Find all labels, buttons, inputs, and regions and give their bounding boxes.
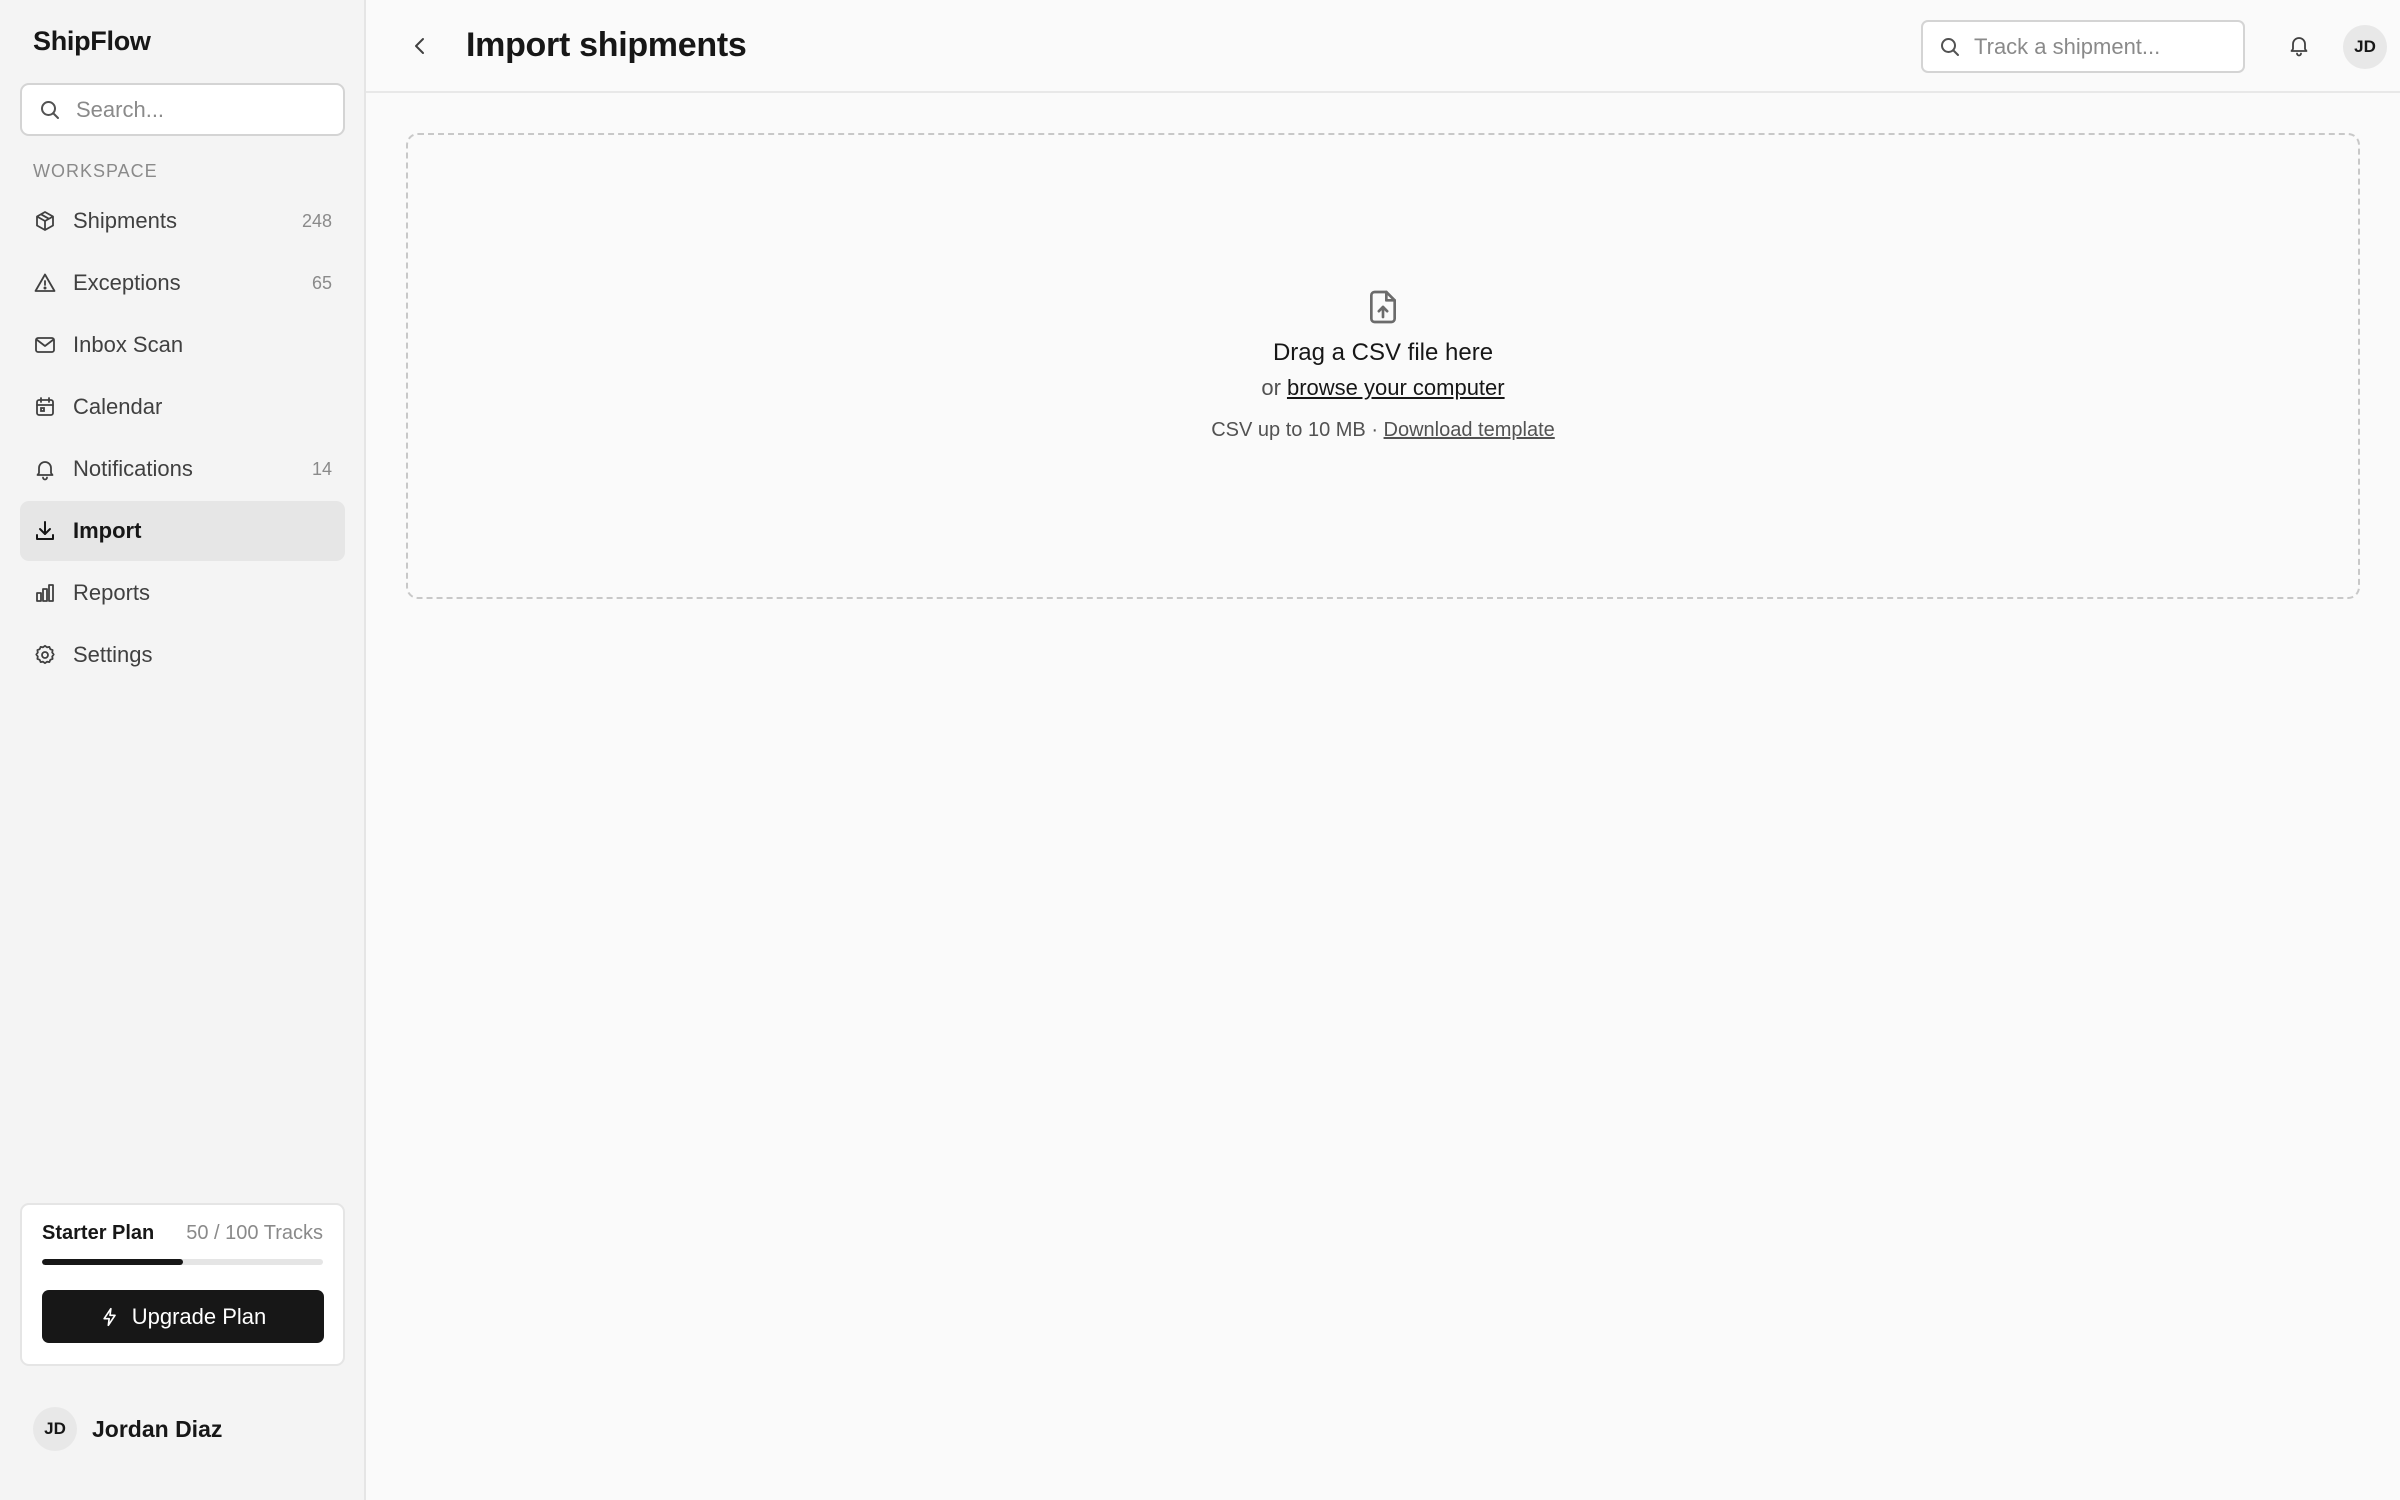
sidebar-item-inbox-scan[interactable]: Inbox Scan xyxy=(20,315,345,375)
sidebar-item-notifications[interactable]: Notifications 14 xyxy=(20,439,345,499)
track-shipment-input[interactable] xyxy=(1974,33,2234,60)
sidebar-item-calendar[interactable]: Calendar xyxy=(20,377,345,437)
upgrade-plan-label: Upgrade Plan xyxy=(131,1303,267,1329)
dropzone-hint: CSV up to 10 MB · Download template xyxy=(1211,419,1555,442)
sidebar-item-exceptions[interactable]: Exceptions 65 xyxy=(20,253,345,313)
back-button[interactable] xyxy=(402,28,438,64)
download-icon xyxy=(33,519,57,543)
user-avatar-button[interactable]: JD xyxy=(2343,25,2387,69)
plan-card: Starter Plan 50 / 100 Tracks Upgrade Pla… xyxy=(20,1203,345,1366)
search-icon xyxy=(1941,37,1959,56)
package-icon xyxy=(33,209,57,233)
sidebar-item-import[interactable]: Import xyxy=(20,501,345,561)
page-title: Import shipments xyxy=(466,26,747,64)
sidebar-item-label: Inbox Scan xyxy=(73,332,184,357)
calendar-icon xyxy=(33,395,57,419)
user-name: Jordan Diaz xyxy=(92,1415,223,1442)
sidebar-nav: Shipments 248 Exceptions 65 Inbox Scan C… xyxy=(20,191,345,687)
search-icon xyxy=(41,100,59,119)
mail-icon xyxy=(33,333,57,357)
user-profile[interactable]: JD Jordan Diaz xyxy=(33,1407,222,1451)
plan-progress-bar xyxy=(42,1259,323,1265)
sidebar-item-label: Notifications xyxy=(73,456,193,481)
alert-triangle-icon xyxy=(33,271,57,295)
file-upload-icon xyxy=(1370,290,1396,324)
track-shipment-search[interactable] xyxy=(1921,20,2245,73)
top-bar: Import shipments JD xyxy=(366,0,2400,93)
bell-icon xyxy=(2290,37,2308,57)
lightning-icon xyxy=(103,1307,116,1326)
download-template-link[interactable]: Download template xyxy=(1384,419,1555,441)
plan-name: Starter Plan xyxy=(42,1222,155,1244)
file-size-hint: CSV up to 10 MB · xyxy=(1211,419,1378,441)
dropzone-title: Drag a CSV file here xyxy=(1272,339,1494,366)
notifications-button[interactable] xyxy=(2283,29,2315,61)
section-label-workspace: WORKSPACE xyxy=(33,161,158,181)
count-badge: 14 xyxy=(311,458,332,479)
sidebar-item-label: Reports xyxy=(73,580,151,605)
sidebar-item-label: Shipments xyxy=(73,208,177,233)
plan-row: Starter Plan 50 / 100 Tracks xyxy=(42,1222,323,1245)
app-shell: ShipFlow WORKSPACE Shipments 248 Excepti… xyxy=(0,0,2400,1500)
sidebar: ShipFlow WORKSPACE Shipments 248 Excepti… xyxy=(0,0,366,1500)
upgrade-plan-button[interactable]: Upgrade Plan xyxy=(42,1290,324,1343)
brand-logo: ShipFlow xyxy=(33,26,151,56)
count-badge: 65 xyxy=(311,272,332,293)
avatar: JD xyxy=(33,1407,77,1451)
count-badge: 248 xyxy=(301,210,332,231)
bell-icon xyxy=(33,457,57,481)
sidebar-item-settings[interactable]: Settings xyxy=(20,625,345,685)
sidebar-item-label: Exceptions xyxy=(73,270,181,295)
sidebar-search[interactable] xyxy=(20,83,345,136)
sidebar-item-label: Settings xyxy=(73,642,153,667)
main-content: Import shipments JD Drag a CSV file here… xyxy=(366,0,2400,1500)
dropzone-subtitle: or browse your computer xyxy=(1261,375,1504,401)
sidebar-item-label: Import xyxy=(73,518,142,543)
sidebar-search-input[interactable] xyxy=(76,96,326,123)
csv-dropzone[interactable]: Drag a CSV file here or browse your compu… xyxy=(406,133,2360,599)
chevron-left-icon xyxy=(415,38,424,54)
plan-progress-fill xyxy=(42,1259,183,1265)
sidebar-item-shipments[interactable]: Shipments 248 xyxy=(20,191,345,251)
bar-chart-icon xyxy=(33,581,57,605)
gear-icon xyxy=(33,643,57,667)
browse-computer-link[interactable]: browse your computer xyxy=(1287,375,1505,400)
dropzone-or-text: or xyxy=(1261,375,1281,400)
sidebar-item-reports[interactable]: Reports xyxy=(20,563,345,623)
sidebar-item-label: Calendar xyxy=(73,394,163,419)
plan-usage: 50 / 100 Tracks xyxy=(186,1222,323,1244)
